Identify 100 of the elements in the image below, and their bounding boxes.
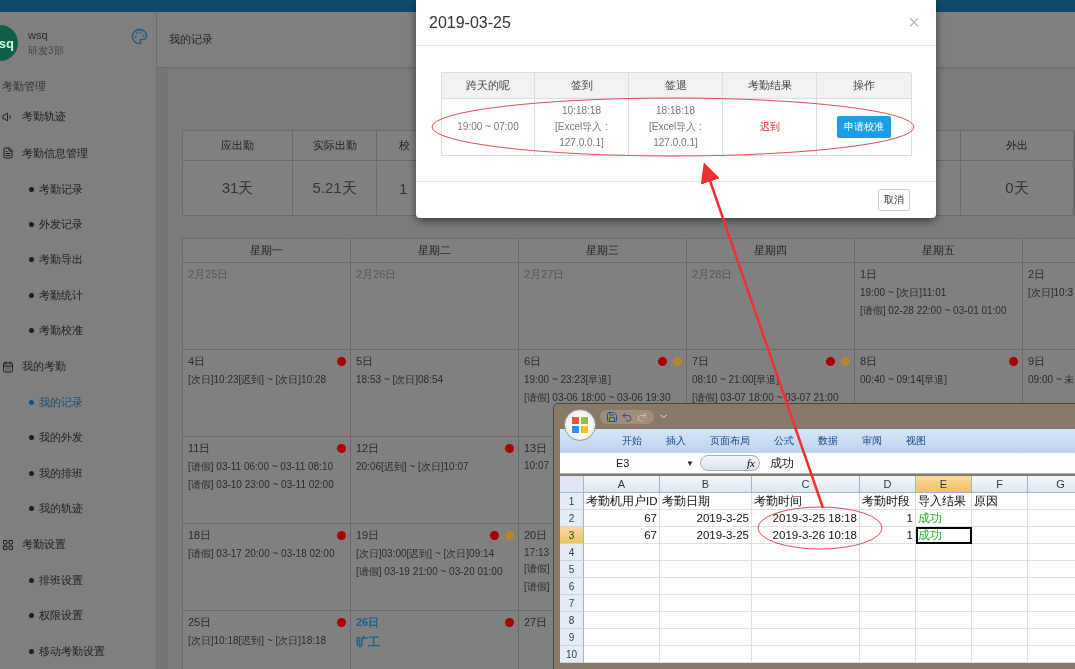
calendar-day[interactable]: 4日 [次日]10:23[迟到] ~ [次日]10:28: [183, 350, 351, 437]
spreadsheet-cell[interactable]: [660, 646, 752, 663]
sidebar-subitem[interactable]: 考勤导出: [0, 242, 156, 278]
spreadsheet-cell[interactable]: [860, 544, 916, 561]
spreadsheet-cell[interactable]: [752, 561, 860, 578]
spreadsheet-cell[interactable]: [916, 595, 972, 612]
dropdown-arrow[interactable]: ▼: [686, 458, 694, 468]
calendar-day[interactable]: 2日 [次日]10:3: [1023, 263, 1075, 350]
row-header[interactable]: 9: [560, 629, 584, 646]
ribbon-tab[interactable]: 视图: [894, 434, 938, 448]
spreadsheet-cell[interactable]: 1: [860, 527, 916, 544]
spreadsheet-cell[interactable]: [972, 578, 1028, 595]
ribbon-tab[interactable]: 公式: [762, 434, 806, 448]
spreadsheet-cell[interactable]: [660, 629, 752, 646]
sidebar-subitem[interactable]: 考勤校准: [0, 312, 156, 349]
spreadsheet-cell[interactable]: 考勤时段: [860, 493, 916, 510]
redo-icon[interactable]: [636, 410, 648, 423]
cancel-button[interactable]: 取消: [878, 189, 910, 211]
column-header[interactable]: C: [752, 476, 860, 493]
sidebar-item[interactable]: 我的考勤: [0, 348, 156, 385]
spreadsheet-cell[interactable]: [660, 544, 752, 561]
column-header[interactable]: F: [972, 476, 1028, 493]
spreadsheet-cell[interactable]: [660, 578, 752, 595]
sidebar-item[interactable]: 考勤设置: [0, 526, 156, 563]
calendar-day[interactable]: 1日 19:00 ~ [次日]11:01 [请假] 02-28 22:00 ~ 03-01 01:00: [855, 263, 1023, 350]
spreadsheet-cell[interactable]: [752, 544, 860, 561]
spreadsheet-cell[interactable]: [972, 612, 1028, 629]
spreadsheet-cell[interactable]: [972, 629, 1028, 646]
spreadsheet-cell[interactable]: [972, 527, 1028, 544]
spreadsheet-cell[interactable]: 考勤机用户ID: [584, 493, 660, 510]
column-header[interactable]: B: [660, 476, 752, 493]
calendar-day[interactable]: 11日 [请假] 03-11 06:00 ~ 03-11 08:10 [请假] 03-10 23:00 ~ 03-11 02:00: [183, 437, 351, 524]
row-header[interactable]: 2: [560, 510, 584, 527]
spreadsheet-cell[interactable]: [916, 646, 972, 663]
spreadsheet-cell[interactable]: 考勤日期: [660, 493, 752, 510]
save-icon[interactable]: [606, 410, 618, 423]
spreadsheet-cell[interactable]: [752, 578, 860, 595]
calendar-day[interactable]: 5日 18:53 ~ [次日]08:54: [351, 350, 519, 437]
row-header[interactable]: 3: [560, 527, 584, 544]
spreadsheet-cell[interactable]: [660, 561, 752, 578]
spreadsheet-cell[interactable]: 2019-3-25: [660, 510, 752, 527]
spreadsheet-cell[interactable]: [972, 561, 1028, 578]
ribbon-tab[interactable]: 开始: [610, 434, 654, 448]
row-header[interactable]: 10: [560, 646, 584, 663]
column-header[interactable]: D: [860, 476, 916, 493]
spreadsheet-cell[interactable]: [660, 612, 752, 629]
calendar-day[interactable]: 18日 [请假] 03-17 20:00 ~ 03-18 02:00: [183, 524, 351, 611]
spreadsheet-cell[interactable]: [660, 595, 752, 612]
spreadsheet-cell[interactable]: [584, 612, 660, 629]
spreadsheet-cell[interactable]: [752, 612, 860, 629]
spreadsheet-cell[interactable]: [584, 595, 660, 612]
spreadsheet-cell[interactable]: [916, 561, 972, 578]
ribbon-tab[interactable]: 插入: [654, 434, 698, 448]
row-header[interactable]: 4: [560, 544, 584, 561]
spreadsheet-cell[interactable]: 考勤时间: [752, 493, 860, 510]
spreadsheet-cell[interactable]: [752, 646, 860, 663]
sidebar-subitem[interactable]: 我的排班: [0, 455, 156, 491]
calendar-day[interactable]: 12日 20:06[迟到] ~ [次日]10:07: [351, 437, 519, 524]
column-header[interactable]: G: [1028, 476, 1075, 493]
sidebar-item[interactable]: 考勤轨迹: [0, 98, 156, 135]
row-header[interactable]: 5: [560, 561, 584, 578]
column-header[interactable]: A: [584, 476, 660, 493]
spreadsheet-cell[interactable]: [916, 578, 972, 595]
sidebar-subitem[interactable]: 我的轨迹: [0, 491, 156, 527]
spreadsheet-cell[interactable]: [860, 629, 916, 646]
sidebar-subitem[interactable]: 我的外发: [0, 420, 156, 456]
spreadsheet-cell[interactable]: [860, 595, 916, 612]
row-header[interactable]: 6: [560, 578, 584, 595]
formula-field[interactable]: 成功: [770, 454, 794, 472]
palette-icon[interactable]: [131, 28, 148, 45]
sidebar-subitem[interactable]: 考勤记录: [0, 171, 156, 207]
function-button[interactable]: fx: [700, 455, 760, 471]
sidebar-item[interactable]: 考勤信息管理: [0, 134, 156, 172]
spreadsheet-cell[interactable]: 67: [584, 527, 660, 544]
spreadsheet-cell[interactable]: 导入结果: [916, 493, 972, 510]
spreadsheet-cell[interactable]: 原因: [972, 493, 1028, 510]
spreadsheet-cell[interactable]: 2019-3-25: [660, 527, 752, 544]
spreadsheet-cell[interactable]: [860, 646, 916, 663]
sidebar-subitem[interactable]: 排班设置: [0, 562, 156, 599]
spreadsheet-cell[interactable]: 67: [584, 510, 660, 527]
spreadsheet-cell[interactable]: [972, 646, 1028, 663]
spreadsheet-cell[interactable]: 2019-3-26 10:18: [752, 527, 860, 544]
sidebar-subitem[interactable]: 移动考勤设置: [0, 633, 156, 669]
sidebar-subitem[interactable]: 权限设置: [0, 598, 156, 634]
calendar-day[interactable]: 19日 [次日]03:00[迟到] ~ [次日]09:14 [请假] 03-19 21:00 ~ 03-20 01:00: [351, 524, 519, 611]
spreadsheet-cell[interactable]: [972, 544, 1028, 561]
sidebar-subitem[interactable]: 外发记录: [0, 206, 156, 243]
column-header[interactable]: E: [916, 476, 972, 493]
row-header[interactable]: 1: [560, 493, 584, 510]
spreadsheet-cell[interactable]: [860, 578, 916, 595]
spreadsheet-cell[interactable]: [972, 510, 1028, 527]
spreadsheet-cell[interactable]: [584, 561, 660, 578]
sidebar-subitem[interactable]: 考勤统计: [0, 277, 156, 313]
spreadsheet-cell[interactable]: 1: [860, 510, 916, 527]
spreadsheet-cell[interactable]: [916, 629, 972, 646]
spreadsheet-cell[interactable]: 2019-3-25 18:18: [752, 510, 860, 527]
spreadsheet-cell[interactable]: [584, 629, 660, 646]
ribbon-tab[interactable]: 页面布局: [698, 434, 762, 448]
spreadsheet-cell[interactable]: [860, 612, 916, 629]
undo-icon[interactable]: [621, 410, 633, 423]
